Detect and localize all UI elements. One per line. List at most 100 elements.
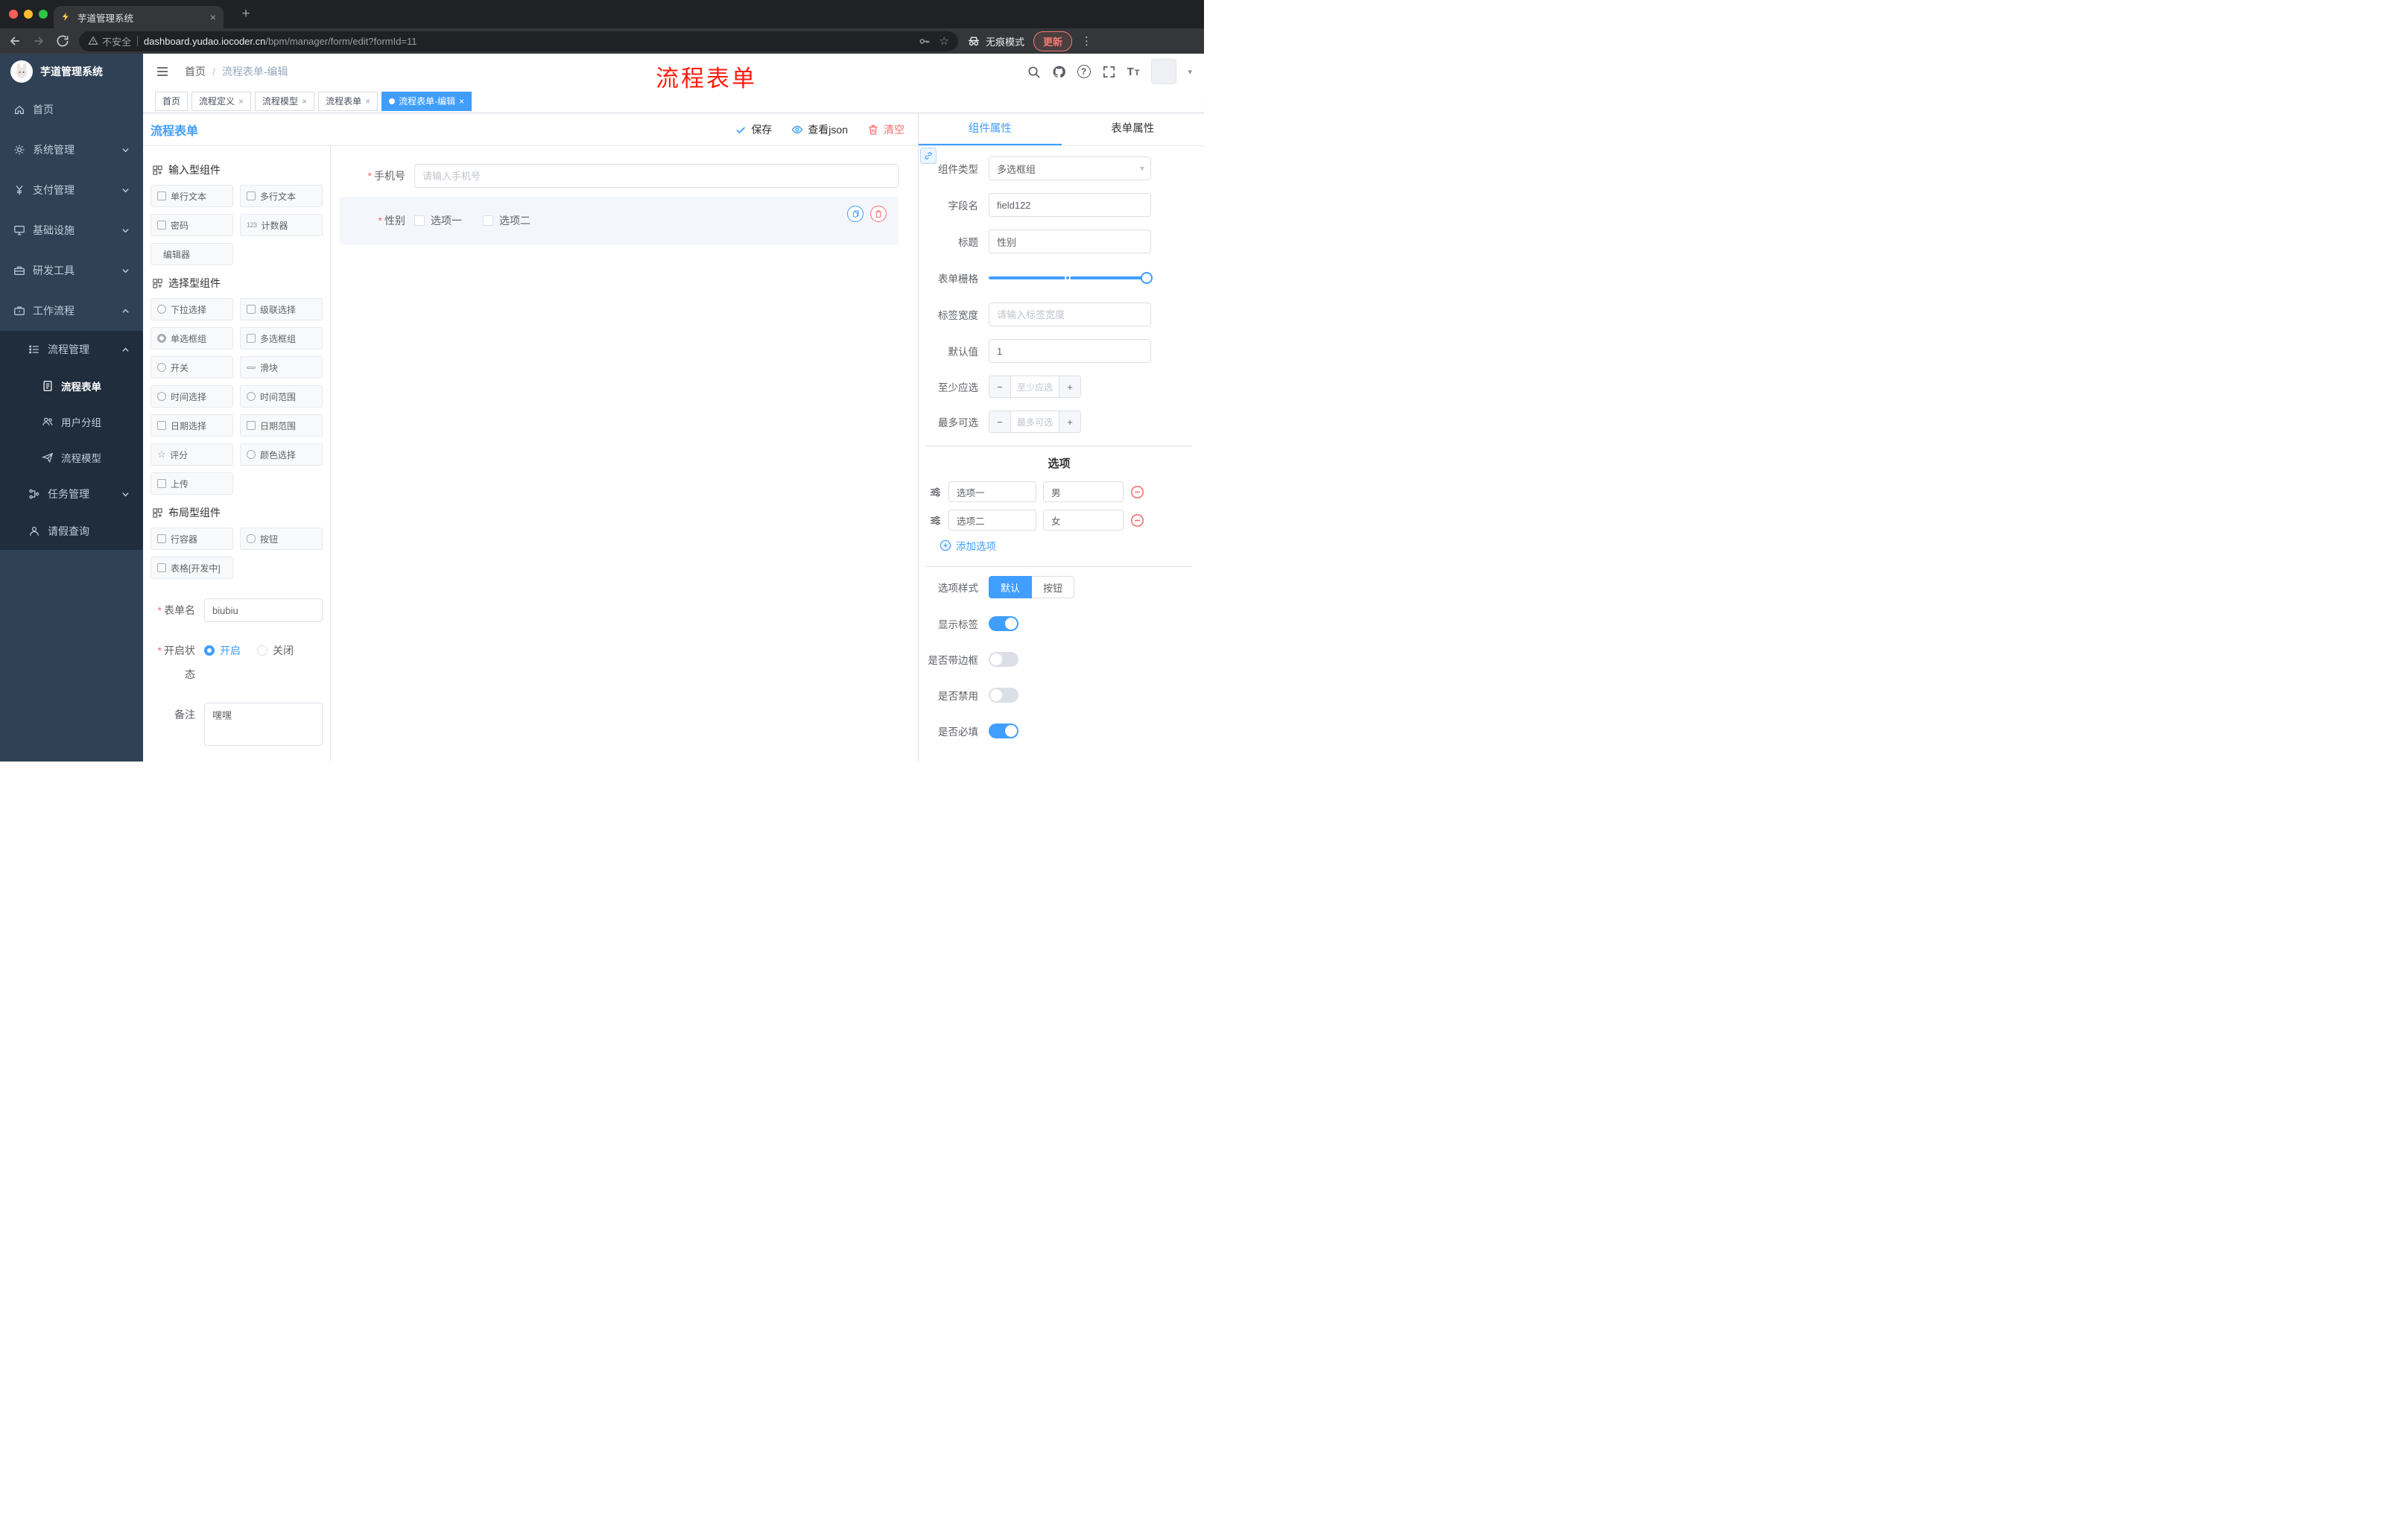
component-single-line-text[interactable]: 单行文本 — [150, 185, 233, 207]
component-table[interactable]: 表格[开发中] — [150, 557, 233, 579]
forward-icon[interactable] — [31, 34, 46, 48]
tab-form-props[interactable]: 表单属性 — [1062, 113, 1205, 145]
clear-button[interactable]: 清空 — [867, 122, 904, 137]
increase-button[interactable]: + — [1059, 376, 1080, 397]
tag-process-form-edit[interactable]: 流程表单-编辑 × — [381, 91, 472, 111]
component-row-container[interactable]: 行容器 — [150, 528, 233, 550]
component-radio-group[interactable]: 单选框组 — [150, 327, 233, 349]
search-icon[interactable] — [1027, 65, 1041, 79]
component-dropdown[interactable]: 下拉选择 — [150, 298, 233, 320]
question-icon[interactable]: ? — [1077, 65, 1091, 78]
style-default-button[interactable]: 默认 — [989, 576, 1033, 598]
drag-handle-icon[interactable] — [929, 514, 942, 527]
new-tab-button[interactable]: + — [237, 5, 255, 23]
checkbox-icon[interactable] — [483, 215, 493, 226]
default-value-input[interactable] — [989, 339, 1151, 363]
drag-handle-icon[interactable] — [929, 486, 942, 498]
close-icon[interactable]: × — [302, 96, 307, 107]
component-slider[interactable]: 滑块 — [240, 356, 323, 379]
field-phone[interactable]: * 手机号 — [340, 164, 899, 188]
key-icon[interactable] — [918, 35, 931, 48]
sidebar-item-process-mgmt[interactable]: 流程管理 — [0, 331, 143, 368]
kebab-menu-icon[interactable]: ⋮ — [1081, 34, 1092, 48]
sidebar-item-system-mgmt[interactable]: 系统管理 — [0, 130, 143, 170]
decrease-button[interactable]: − — [989, 376, 1010, 397]
sidebar-item-process-form[interactable]: 流程表单 — [0, 368, 143, 404]
required-toggle[interactable] — [989, 723, 1018, 738]
browser-tab[interactable]: 芋道管理系统 × — [54, 6, 224, 28]
view-json-button[interactable]: 查看json — [791, 122, 848, 137]
label-width-input[interactable] — [989, 303, 1151, 326]
breadcrumb-home[interactable]: 首页 — [185, 64, 206, 79]
component-multi-line-text[interactable]: 多行文本 — [240, 185, 323, 207]
sidebar-item-process-model[interactable]: 流程模型 — [0, 440, 143, 475]
reload-icon[interactable] — [55, 34, 70, 48]
github-icon[interactable] — [1052, 65, 1066, 79]
remove-option-icon[interactable] — [1130, 485, 1144, 499]
save-button[interactable]: 保存 — [735, 122, 772, 137]
add-option-button[interactable]: 添加选项 — [940, 538, 1192, 553]
component-editor[interactable]: 编辑器 — [150, 243, 233, 265]
field-gender-selected[interactable]: * 性别 选项一 选项二 — [340, 197, 899, 244]
component-switch[interactable]: 开关 — [150, 356, 233, 379]
remark-textarea[interactable]: 嘿嘿 — [204, 703, 323, 746]
style-button-button[interactable]: 按钮 — [1032, 576, 1075, 598]
address-bar[interactable]: 不安全 dashboard.yudao.iocoder.cn/bpm/manag… — [79, 31, 958, 51]
tag-home[interactable]: 首页 — [155, 91, 188, 111]
component-upload[interactable]: 上传 — [150, 472, 233, 495]
grid-slider[interactable] — [989, 266, 1153, 290]
sidebar-item-devtools[interactable]: 研发工具 — [0, 250, 143, 291]
component-counter[interactable]: 123 计数器 — [240, 214, 323, 236]
component-password[interactable]: 密码 — [150, 214, 233, 236]
fullscreen-icon[interactable] — [1102, 65, 1116, 79]
close-icon[interactable]: × — [238, 96, 244, 107]
option-value-input[interactable] — [1043, 510, 1124, 531]
close-icon[interactable]: × — [459, 96, 464, 107]
slider-handle[interactable] — [1141, 272, 1153, 284]
avatar[interactable] — [1151, 59, 1177, 84]
font-size-icon[interactable]: TT — [1127, 66, 1141, 78]
increase-button[interactable]: + — [1059, 411, 1080, 432]
chevron-down-icon[interactable]: ▾ — [1188, 67, 1192, 77]
sidebar-item-user-group[interactable]: 用户分组 — [0, 404, 143, 440]
option-label-input[interactable] — [948, 510, 1036, 531]
component-rate[interactable]: ☆ 评分 — [150, 443, 233, 466]
field-name-input[interactable] — [989, 193, 1151, 217]
min-select-value[interactable]: 至少应选 — [1010, 376, 1059, 397]
sidebar-item-payment[interactable]: 支付管理 — [0, 170, 143, 210]
show-label-toggle[interactable] — [989, 616, 1018, 631]
tag-process-definition[interactable]: 流程定义 × — [191, 91, 252, 111]
component-cascader[interactable]: 级联选择 — [240, 298, 323, 320]
component-time-picker[interactable]: 时间选择 — [150, 385, 233, 408]
status-radio-on[interactable]: 开启 — [204, 643, 241, 658]
form-name-input[interactable] — [204, 598, 323, 622]
minimize-window-button[interactable] — [24, 10, 33, 19]
back-icon[interactable] — [7, 34, 22, 48]
decrease-button[interactable]: − — [989, 411, 1010, 432]
tab-component-props[interactable]: 组件属性 — [919, 113, 1062, 145]
close-window-button[interactable] — [9, 10, 18, 19]
component-date-picker[interactable]: 日期选择 — [150, 414, 233, 437]
zoom-window-button[interactable] — [39, 10, 48, 19]
component-date-range[interactable]: 日期范围 — [240, 414, 323, 437]
component-checkbox-group[interactable]: 多选框组 — [240, 327, 323, 349]
component-button[interactable]: 按钮 — [240, 528, 323, 550]
component-type-select[interactable] — [989, 156, 1151, 180]
close-icon[interactable]: × — [210, 11, 216, 23]
sidebar-item-infra[interactable]: 基础设施 — [0, 210, 143, 250]
disabled-toggle[interactable] — [989, 688, 1018, 703]
remove-option-icon[interactable] — [1130, 513, 1144, 528]
max-select-value[interactable]: 最多可选 — [1010, 411, 1059, 432]
link-icon[interactable] — [920, 148, 937, 164]
title-input[interactable] — [989, 229, 1151, 253]
sidebar-item-leave-query[interactable]: 请假查询 — [0, 513, 143, 550]
tag-process-form[interactable]: 流程表单 × — [318, 91, 378, 111]
hamburger-icon[interactable] — [155, 64, 170, 79]
close-icon[interactable]: × — [365, 96, 370, 107]
checkbox-icon[interactable] — [414, 215, 425, 226]
component-time-range[interactable]: 时间范围 — [240, 385, 323, 408]
sidebar-item-home[interactable]: 首页 — [0, 89, 143, 130]
option-label-input[interactable] — [948, 481, 1036, 502]
component-color-picker[interactable]: 颜色选择 — [240, 443, 323, 466]
status-radio-off[interactable]: 关闭 — [257, 643, 294, 658]
